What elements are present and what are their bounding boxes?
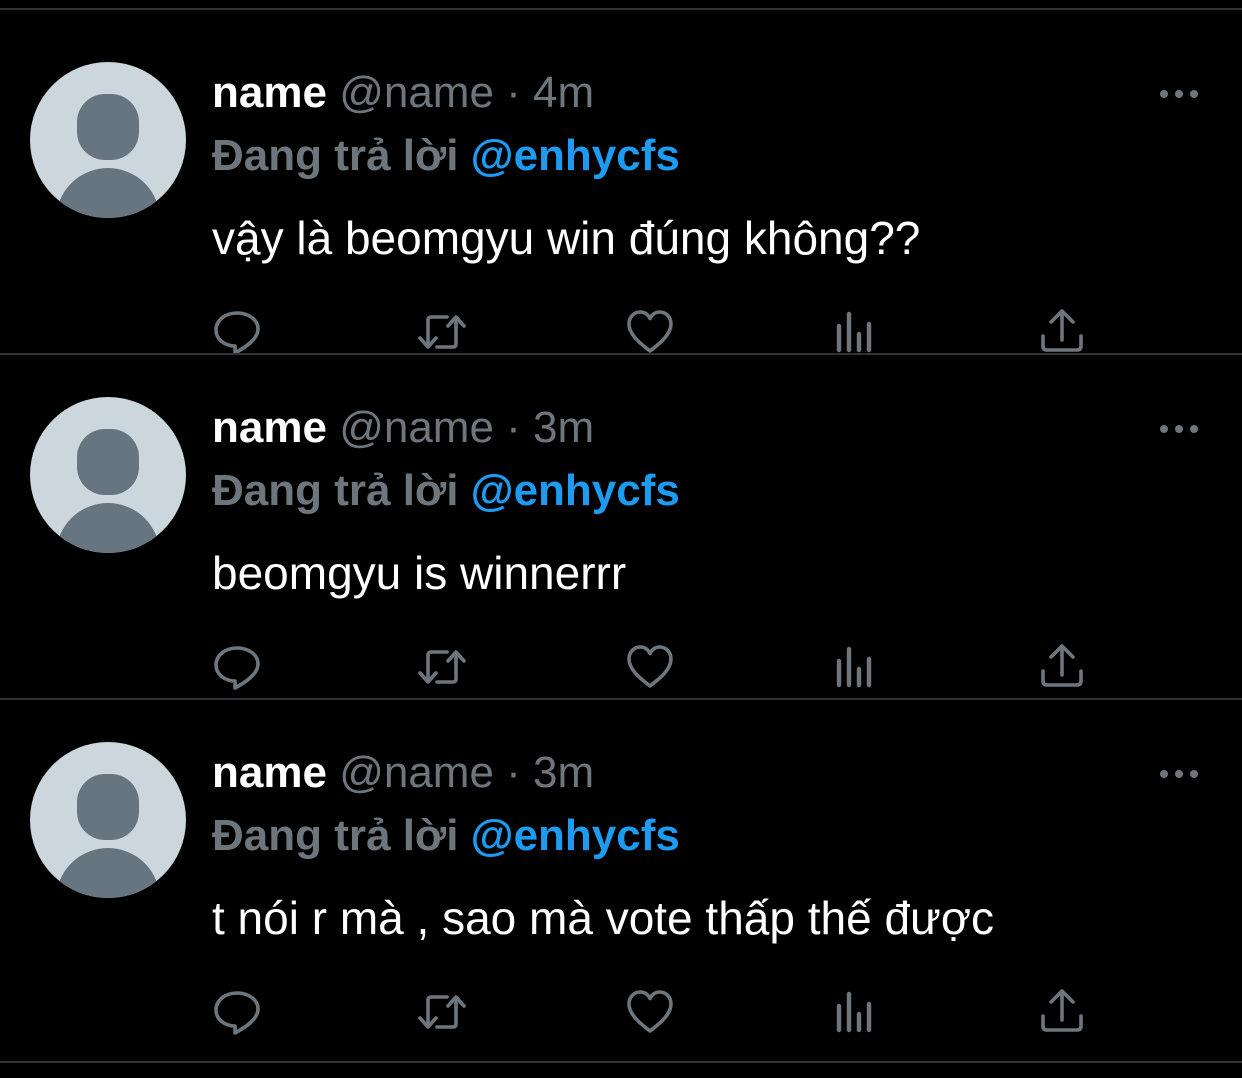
retweet-icon[interactable]: [416, 641, 468, 693]
timestamp[interactable]: 4m: [533, 68, 594, 117]
timestamp[interactable]: 3m: [533, 403, 594, 452]
reply-label: Đang trả lời: [212, 811, 459, 860]
replying-to: Đang trả lời @enhycfs: [212, 463, 680, 519]
reply-mention-link[interactable]: @enhycfs: [471, 811, 680, 860]
tweet-header: name @name · 3m: [212, 401, 594, 455]
avatar[interactable]: [30, 742, 186, 898]
display-name[interactable]: name: [212, 748, 327, 797]
tweet-actions: [0, 641, 1242, 693]
tweet-divider: [0, 1061, 1242, 1063]
retweet-icon[interactable]: [416, 306, 468, 358]
reply-icon[interactable]: [211, 986, 263, 1038]
separator-dot: ·: [506, 403, 521, 452]
separator-dot: ·: [506, 68, 521, 117]
avatar-head: [77, 774, 139, 840]
analytics-icon[interactable]: [830, 641, 882, 693]
avatar-head: [77, 94, 139, 160]
reply-icon[interactable]: [211, 641, 263, 693]
tweet-actions: [0, 986, 1242, 1038]
more-icon[interactable]: [1156, 762, 1202, 786]
share-icon[interactable]: [1036, 986, 1088, 1038]
retweet-icon[interactable]: [416, 986, 468, 1038]
display-name[interactable]: name: [212, 68, 327, 117]
tweet[interactable]: name @name · 3m Đang trả lời @enhycfs be…: [0, 355, 1242, 700]
heart-icon[interactable]: [624, 306, 676, 358]
separator-dot: ·: [506, 748, 521, 797]
user-handle[interactable]: @name: [339, 68, 494, 117]
tweet-actions: [0, 306, 1242, 358]
avatar-head: [77, 429, 139, 495]
display-name[interactable]: name: [212, 403, 327, 452]
reply-label: Đang trả lời: [212, 466, 459, 515]
tweet-text: vậy là beomgyu win đúng không??: [212, 212, 921, 264]
tweet[interactable]: name @name · 4m Đang trả lời @enhycfs vậ…: [0, 10, 1242, 355]
avatar[interactable]: [30, 62, 186, 218]
reply-label: Đang trả lời: [212, 131, 459, 180]
heart-icon[interactable]: [624, 986, 676, 1038]
more-icon[interactable]: [1156, 82, 1202, 106]
share-icon[interactable]: [1036, 641, 1088, 693]
reply-mention-link[interactable]: @enhycfs: [471, 466, 680, 515]
reply-icon[interactable]: [211, 306, 263, 358]
avatar-body: [56, 503, 160, 553]
analytics-icon[interactable]: [830, 306, 882, 358]
user-handle[interactable]: @name: [339, 748, 494, 797]
avatar[interactable]: [30, 397, 186, 553]
share-icon[interactable]: [1036, 306, 1088, 358]
analytics-icon[interactable]: [830, 986, 882, 1038]
tweet-header: name @name · 3m: [212, 746, 594, 800]
tweet-text: t nói r mà , sao mà vote thấp thế được: [212, 892, 994, 944]
avatar-body: [56, 848, 160, 898]
heart-icon[interactable]: [624, 641, 676, 693]
replying-to: Đang trả lời @enhycfs: [212, 128, 680, 184]
avatar-body: [56, 168, 160, 218]
tweet-header: name @name · 4m: [212, 66, 594, 120]
user-handle[interactable]: @name: [339, 403, 494, 452]
tweet[interactable]: name @name · 3m Đang trả lời @enhycfs t …: [0, 700, 1242, 1063]
replying-to: Đang trả lời @enhycfs: [212, 808, 680, 864]
reply-mention-link[interactable]: @enhycfs: [471, 131, 680, 180]
timestamp[interactable]: 3m: [533, 748, 594, 797]
more-icon[interactable]: [1156, 417, 1202, 441]
tweet-text: beomgyu is winnerrr: [212, 547, 627, 599]
